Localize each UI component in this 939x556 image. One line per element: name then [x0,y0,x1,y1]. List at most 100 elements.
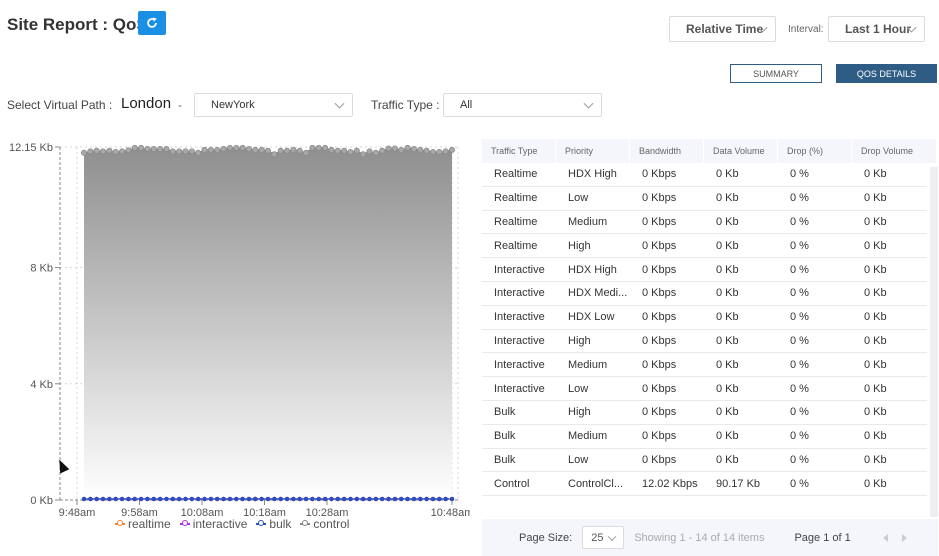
bulk-point [195,496,201,502]
cell-priority: Medium [568,358,608,371]
bulk-point [234,496,239,502]
cell-priority: High [568,334,591,347]
bulk-point [341,496,347,502]
control-point [93,147,100,154]
column-header-priority[interactable]: Priority [556,139,629,163]
table-row[interactable]: Interactive Medium 0 Kbps 0 Kb 0 % 0 Kb [482,353,927,378]
table-row[interactable]: Bulk Medium 0 Kbps 0 Kb 0 % 0 Kb [482,425,927,449]
control-point [252,146,259,153]
control-point [372,149,379,156]
table-header: Traffic Type Priority Bandwidth Data Vol… [482,139,938,163]
page-size-dropdown[interactable]: 25 [582,526,625,549]
cell-drop-percent: 0 % [790,334,809,347]
cell-drop-percent: 0 % [790,239,809,252]
control-point [144,146,151,153]
table-row[interactable]: Realtime High 0 Kbps 0 Kb 0 % 0 Kb [482,234,927,259]
control-point [448,146,455,153]
bulk-point [138,496,144,502]
table-row[interactable]: Bulk High 0 Kbps 0 Kb 0 % 0 Kb [482,401,927,425]
control-point [214,146,221,153]
control-point [138,144,145,151]
control-point [195,149,202,156]
legend-item-control[interactable]: control [300,517,349,531]
table-row[interactable]: Interactive Low 0 Kbps 0 Kb 0 % 0 Kb [482,377,927,401]
cell-drop-percent: 0 % [790,382,809,395]
bulk-point [291,496,296,502]
legend-item-interactive[interactable]: interactive [179,517,248,531]
chevron-down-icon [607,532,617,541]
page-size-value: 25 [591,531,604,544]
bulk-point [310,496,315,502]
bulk-point [259,496,264,502]
cell-traffic-type: Interactive [494,287,545,300]
cell-bandwidth: 0 Kbps [642,334,677,347]
prev-page-icon[interactable] [882,533,888,542]
bulk-point [94,496,99,502]
table-row[interactable]: Realtime Low 0 Kbps 0 Kb 0 % 0 Kb [482,187,927,211]
control-point [201,146,208,153]
table-row[interactable]: Interactive HDX High 0 Kbps 0 Kb 0 % 0 Kb [482,258,927,282]
control-point [436,148,443,155]
control-point [81,149,88,156]
bulk-point [348,496,353,502]
control-point [119,148,126,155]
cell-drop-percent: 0 % [790,358,809,371]
column-header-data-volume[interactable]: Data Volume [704,139,777,163]
cell-traffic-type: Bulk [494,406,516,419]
column-header-bandwidth[interactable]: Bandwidth [630,139,703,163]
cell-traffic-type: Realtime [494,239,538,252]
cell-drop-volume: 0 Kb [864,287,887,300]
bulk-point [411,496,417,502]
table-row[interactable]: Interactive HDX Low 0 Kbps 0 Kb 0 % 0 Kb [482,306,927,330]
cell-drop-volume: 0 Kb [864,311,887,324]
bulk-point [367,496,372,502]
control-point [131,144,138,151]
control-point [341,147,348,154]
table-scrollbar[interactable] [930,167,938,517]
column-header-traffic-type[interactable]: Traffic Type [482,139,555,163]
source-site: London [121,95,172,112]
cell-drop-volume: 0 Kb [864,358,887,371]
page-indicator: Page 1 of 1 [794,531,851,544]
table-row[interactable]: Realtime Medium 0 Kbps 0 Kb 0 % 0 Kb [482,211,927,235]
legend-item-bulk[interactable]: bulk [256,517,291,531]
cell-priority: Low [568,453,589,466]
cell-traffic-type: Realtime [494,215,538,228]
bulk-point [449,496,455,502]
bulk-point [253,496,258,502]
bulk-point [240,496,245,502]
table-row[interactable]: Realtime HDX High 0 Kbps 0 Kb 0 % 0 Kb [482,163,927,187]
bulk-point [272,496,277,502]
control-point [429,148,436,155]
cell-traffic-type: Realtime [494,168,538,181]
table-row[interactable]: Interactive High 0 Kbps 0 Kb 0 % 0 Kb [482,330,927,354]
control-point [322,144,329,151]
traffic-type-dropdown[interactable]: All [443,93,602,117]
chart-legend: realtime interactive bulk control [115,517,349,531]
legend-item-realtime[interactable]: realtime [115,517,171,531]
cell-priority: HDX Medi... [568,287,628,300]
destination-site-dropdown[interactable]: NewYork [194,93,353,117]
legend-label: interactive [192,517,248,531]
table-row[interactable]: Interactive HDX Medi... 0 Kbps 0 Kb 0 % 0 Kb [482,282,927,306]
next-page-icon[interactable] [901,533,907,542]
page-title: Site Report : QoS [7,15,148,34]
time-mode-dropdown[interactable]: Relative Time [669,16,776,42]
bulk-point [354,496,360,502]
summary-button[interactable]: SUMMARY [730,64,822,83]
column-header-drop-volume[interactable]: Drop Volume [852,139,936,163]
control-point [207,146,214,153]
qos-details-button[interactable]: QOS DETAILS [836,64,937,83]
control-point [264,147,271,154]
table-row[interactable]: Bulk Low 0 Kbps 0 Kb 0 % 0 Kb [482,449,927,473]
column-header-drop-percent[interactable]: Drop (%) [778,139,851,163]
interval-dropdown[interactable]: Last 1 Hour [828,16,925,42]
bulk-point [107,496,112,502]
legend-marker-icon [300,520,311,528]
bulk-point [303,496,309,502]
cell-drop-percent: 0 % [790,453,809,466]
table-row[interactable]: Control ControlCl... 12.02 Kbps 90.17 Kb 0 %… [482,472,927,497]
cell-drop-percent: 0 % [790,430,809,443]
control-point [290,146,297,153]
refresh-button[interactable] [138,11,166,35]
